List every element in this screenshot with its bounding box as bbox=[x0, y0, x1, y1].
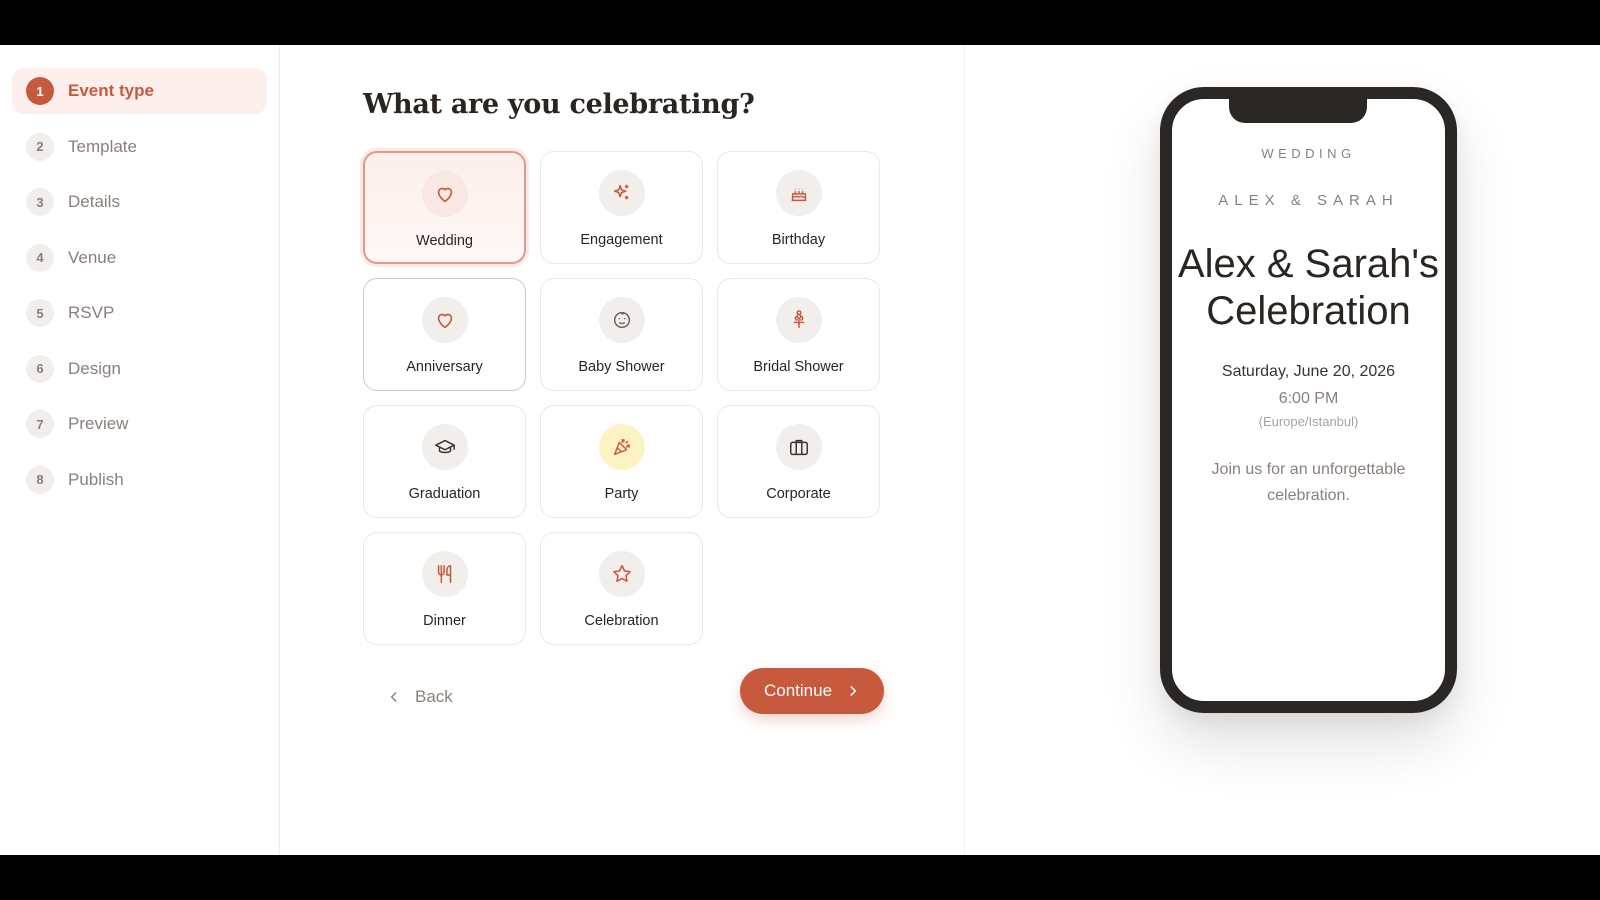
phone-screen: WEDDING ALEX & SARAH Alex & Sarah's Cele… bbox=[1172, 99, 1445, 509]
preview-names: ALEX & SARAH bbox=[1218, 192, 1399, 209]
event-card-dinner[interactable]: Dinner bbox=[363, 532, 526, 645]
event-card-label: Dinner bbox=[423, 613, 466, 629]
cake-icon bbox=[775, 170, 822, 216]
preview-date: Saturday, June 20, 2026 bbox=[1221, 363, 1396, 380]
preview-event-type: WEDDING bbox=[1261, 146, 1356, 161]
page-title: What are you celebrating? bbox=[363, 89, 755, 120]
preview-title: Alex & Sarah's Celebration bbox=[1177, 242, 1440, 333]
step-number: 8 bbox=[26, 465, 54, 494]
step-number: 6 bbox=[26, 354, 54, 383]
phone-mockup: WEDDING ALEX & SARAH Alex & Sarah's Cele… bbox=[1160, 87, 1457, 713]
sparkles-icon bbox=[598, 170, 645, 216]
star-icon bbox=[598, 551, 645, 597]
preview-time: 6:00 PM bbox=[1278, 390, 1339, 407]
step-label: Publish bbox=[68, 469, 124, 489]
briefcase-icon bbox=[775, 424, 822, 470]
step-template[interactable]: 2 Template bbox=[12, 124, 267, 170]
step-number: 1 bbox=[26, 77, 54, 105]
event-card-label: Engagement bbox=[580, 232, 663, 248]
step-number: 5 bbox=[26, 299, 54, 327]
step-number: 2 bbox=[26, 132, 54, 161]
event-card-label: Celebration bbox=[584, 613, 659, 629]
event-card-label: Anniversary bbox=[406, 359, 483, 375]
back-button-label: Back bbox=[415, 687, 453, 706]
event-card-label: Bridal Shower bbox=[753, 359, 844, 375]
event-card-label: Wedding bbox=[416, 233, 473, 249]
preview-timezone: (Europe/Istanbul) bbox=[1258, 414, 1359, 429]
heart-icon bbox=[421, 297, 468, 343]
baby-icon bbox=[598, 297, 645, 343]
step-label: Event type bbox=[68, 81, 154, 100]
event-card-label: Birthday bbox=[771, 232, 826, 248]
flower-icon bbox=[775, 297, 822, 343]
step-number: 3 bbox=[26, 188, 54, 216]
event-card-bridal-shower[interactable]: Bridal Shower bbox=[717, 278, 880, 391]
continue-button[interactable]: Continue bbox=[740, 668, 884, 714]
party-popper-icon bbox=[598, 424, 645, 470]
step-preview[interactable]: 7 Preview bbox=[12, 401, 267, 447]
event-card-baby-shower[interactable]: Baby Shower bbox=[540, 278, 703, 391]
step-event-type[interactable]: 1 Event type bbox=[12, 68, 267, 114]
steps-sidebar: 1 Event type 2 Template 3 Details 4 Venu… bbox=[0, 45, 280, 855]
chevron-right-icon bbox=[850, 686, 857, 696]
step-number: 4 bbox=[26, 243, 54, 272]
event-card-label: Party bbox=[604, 486, 639, 502]
event-card-corporate[interactable]: Corporate bbox=[717, 405, 880, 518]
invitation-builder: 1 Event type 2 Template 3 Details 4 Venu… bbox=[0, 45, 1600, 855]
graduation-cap-icon bbox=[421, 424, 468, 470]
invitation-preview: WEDDING ALEX & SARAH Alex & Sarah's Cele… bbox=[965, 45, 1600, 855]
event-card-label: Corporate bbox=[766, 486, 831, 502]
event-type-panel: What are you celebrating? Wedding Engage… bbox=[280, 45, 965, 855]
back-button[interactable]: Back bbox=[387, 687, 453, 707]
event-card-party[interactable]: Party bbox=[540, 405, 703, 518]
event-card-anniversary[interactable]: Anniversary bbox=[363, 278, 526, 391]
step-label: Details bbox=[68, 192, 120, 211]
step-label: Preview bbox=[68, 414, 129, 433]
event-card-celebration[interactable]: Celebration bbox=[540, 532, 703, 645]
step-label: Design bbox=[68, 358, 121, 378]
event-card-wedding[interactable]: Wedding bbox=[363, 151, 526, 264]
step-venue[interactable]: 4 Venue bbox=[12, 235, 267, 281]
heart-icon bbox=[421, 171, 468, 217]
utensils-icon bbox=[421, 551, 468, 597]
step-label: Template bbox=[68, 136, 137, 156]
step-number: 7 bbox=[26, 410, 54, 438]
event-type-grid: Wedding Engagement Birthday Anniversary bbox=[363, 151, 880, 645]
step-label: RSVP bbox=[68, 303, 115, 322]
chevron-left-icon bbox=[390, 692, 397, 702]
event-card-graduation[interactable]: Graduation bbox=[363, 405, 526, 518]
step-publish[interactable]: 8 Publish bbox=[12, 457, 267, 503]
event-card-engagement[interactable]: Engagement bbox=[540, 151, 703, 264]
step-rsvp[interactable]: 5 RSVP bbox=[12, 290, 267, 336]
continue-button-label: Continue bbox=[763, 681, 833, 700]
event-card-birthday[interactable]: Birthday bbox=[717, 151, 880, 264]
step-design[interactable]: 6 Design bbox=[12, 346, 267, 392]
step-details[interactable]: 3 Details bbox=[12, 179, 267, 225]
event-card-label: Graduation bbox=[408, 486, 481, 502]
step-label: Venue bbox=[68, 247, 117, 267]
preview-message: Join us for an unforgettable celebration… bbox=[1211, 461, 1406, 504]
event-card-label: Baby Shower bbox=[578, 359, 665, 375]
